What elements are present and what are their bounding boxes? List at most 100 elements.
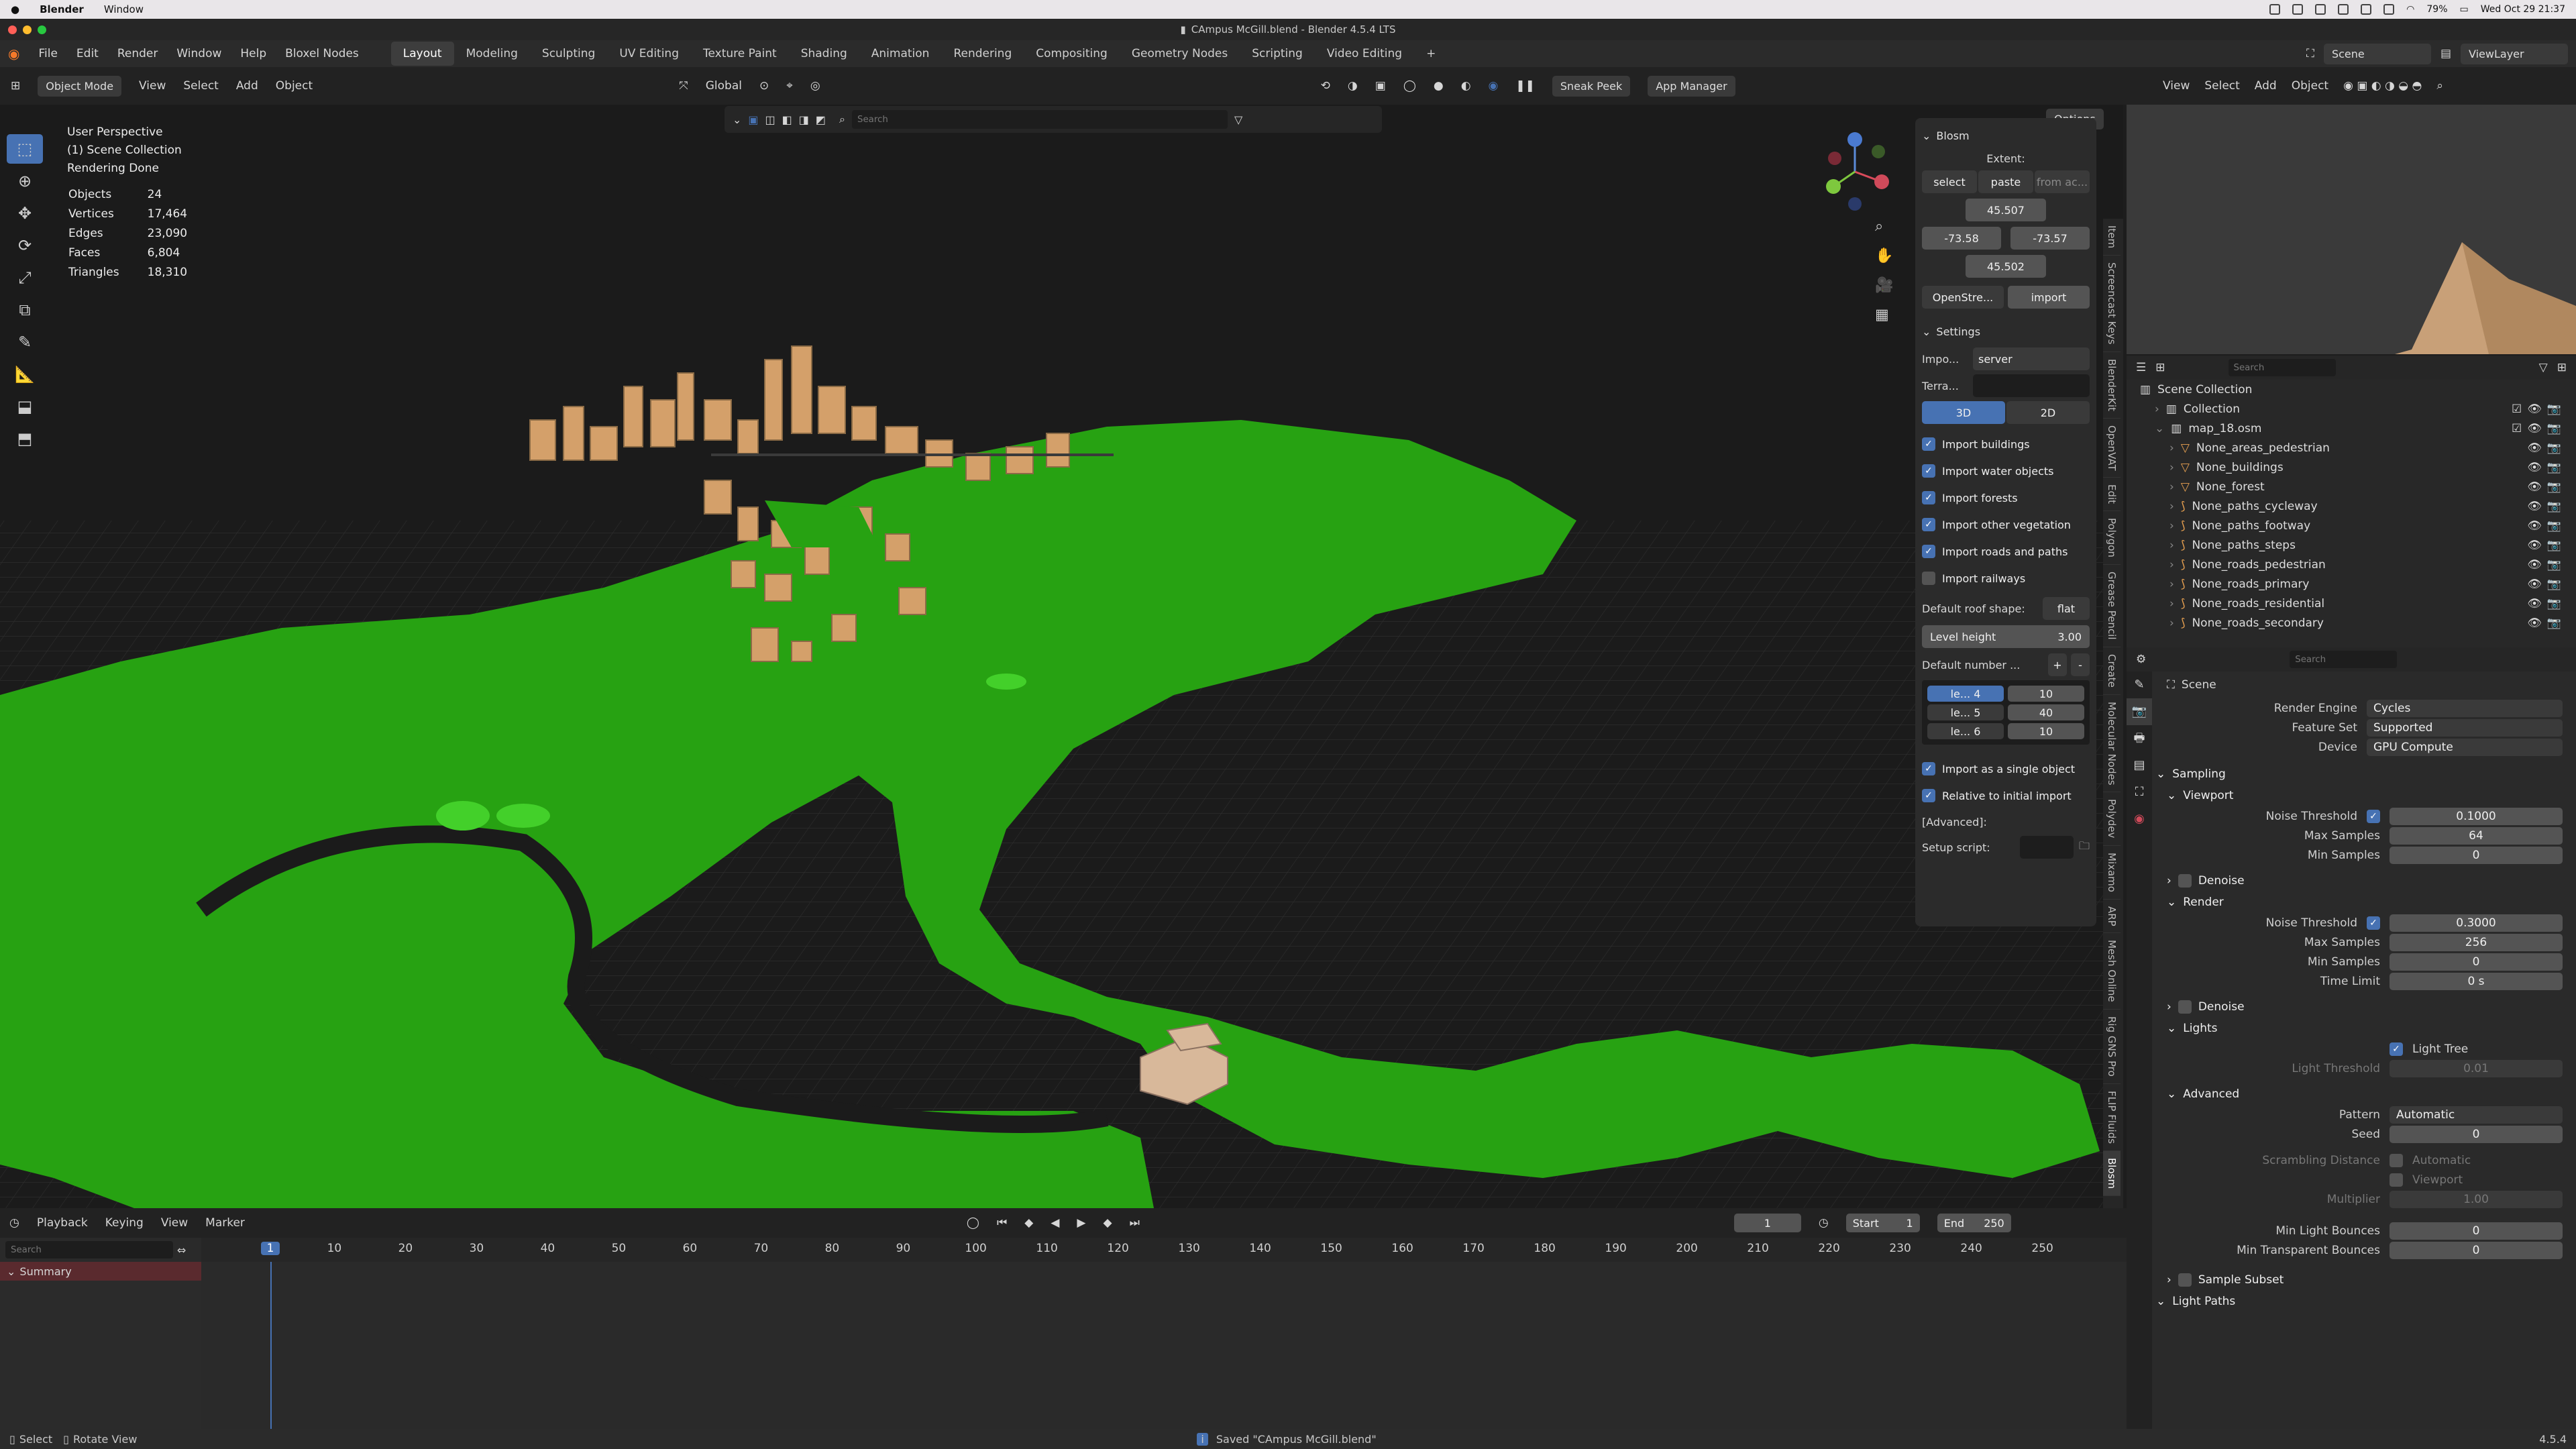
min-light-bounces-field[interactable]: 0 bbox=[2390, 1222, 2563, 1240]
viewlayer-icon[interactable]: ▤ bbox=[2440, 47, 2451, 60]
status-icon[interactable] bbox=[2361, 4, 2372, 15]
levels-list[interactable]: le... 4 10 le... 5 40 le... 6 10 bbox=[1922, 680, 2090, 745]
clock-icon[interactable]: ◷ bbox=[1819, 1216, 1829, 1230]
outliner-row[interactable]: ⌄ ▥ map_18.osm ☑👁📷 bbox=[2127, 419, 2576, 438]
sidebar-tab[interactable]: Molecular Nodes bbox=[2103, 695, 2121, 793]
tab-rendering[interactable]: Rendering bbox=[941, 42, 1024, 66]
setup-script-field[interactable] bbox=[2019, 836, 2074, 859]
sidebar-tab[interactable]: OpenVAT bbox=[2103, 419, 2121, 478]
jump-end-icon[interactable]: ⏭ bbox=[1130, 1216, 1140, 1230]
min-transparent-bounces-field[interactable]: 0 bbox=[2390, 1241, 2563, 1259]
search-icon[interactable]: ⌕ bbox=[2436, 79, 2443, 93]
r-denoise-subsection[interactable]: › Denoise bbox=[2156, 996, 2576, 1018]
rendered-shading-icon[interactable]: ◉ bbox=[1489, 79, 1499, 93]
chevron-right-icon[interactable]: › bbox=[2169, 461, 2174, 474]
world-tab-icon[interactable]: ◉ bbox=[2127, 806, 2152, 833]
import-option-checkbox[interactable]: Import railways bbox=[1922, 565, 2090, 592]
visibility-toggle-icon[interactable]: 👁📷 bbox=[2527, 578, 2567, 591]
summary-channel[interactable]: ⌄ Summary bbox=[0, 1262, 201, 1281]
time-limit-field[interactable]: 0 s bbox=[2390, 972, 2563, 990]
sidebar-tab[interactable]: Grease Pencil bbox=[2103, 565, 2121, 647]
render-subsection[interactable]: ⌄ Render bbox=[2156, 892, 2576, 913]
sampling-section[interactable]: ⌄ Sampling bbox=[2156, 763, 2576, 785]
scale-tool-icon[interactable]: ⤢ bbox=[7, 263, 43, 292]
solid-shading-icon[interactable]: ● bbox=[1434, 79, 1444, 93]
status-icon[interactable] bbox=[2269, 4, 2281, 15]
import-option-checkbox[interactable]: ✓ Import roads and paths bbox=[1922, 538, 2090, 565]
view-menu[interactable]: View bbox=[139, 79, 166, 93]
wireframe-shading-icon[interactable]: ◯ bbox=[1403, 79, 1416, 93]
menu-help[interactable]: Help bbox=[240, 47, 266, 60]
sidebar-tab[interactable]: Mixamo bbox=[2103, 846, 2121, 900]
timeline-type-icon[interactable]: ◷ bbox=[9, 1216, 19, 1230]
object-menu[interactable]: Object bbox=[276, 79, 313, 93]
object-menu[interactable]: Object bbox=[2292, 79, 2328, 93]
blender-logo-icon[interactable]: ◉ bbox=[8, 46, 19, 62]
chevron-right-icon[interactable]: › bbox=[2169, 597, 2174, 610]
chevron-right-icon[interactable]: › bbox=[2169, 616, 2174, 630]
settings-panel-header[interactable]: ⌄ Settings bbox=[1922, 319, 2090, 343]
light-threshold-field[interactable]: 0.01 bbox=[2390, 1059, 2563, 1077]
terrain-field[interactable] bbox=[1973, 374, 2090, 397]
folder-icon[interactable]: 🗀 bbox=[2079, 839, 2090, 857]
visibility-toggle-icon[interactable]: ☑👁📷 bbox=[2512, 422, 2567, 435]
chevron-right-icon[interactable]: › bbox=[2169, 578, 2174, 591]
sidebar-tab[interactable]: Polygon bbox=[2103, 511, 2121, 566]
select-box-icon[interactable]: ▣ bbox=[748, 113, 758, 126]
gizmo-toggle-icon[interactable]: ⟲ bbox=[1321, 79, 1330, 93]
checkmark-icon[interactable]: ✓ bbox=[2367, 916, 2380, 930]
visibility-toggle-icon[interactable]: 👁📷 bbox=[2527, 539, 2567, 552]
battery-icon[interactable]: ▭ bbox=[2460, 4, 2469, 15]
advanced-subsection[interactable]: ⌄ Advanced bbox=[2156, 1083, 2576, 1105]
snap-icon[interactable]: ⌖ bbox=[786, 79, 793, 93]
output-tab-icon[interactable]: 🖶 bbox=[2127, 725, 2152, 752]
tab-shading[interactable]: Shading bbox=[789, 42, 859, 66]
relative-import-checkbox[interactable]: ✓ Relative to initial import bbox=[1922, 782, 2090, 809]
viewport-subsection[interactable]: ⌄ Viewport bbox=[2156, 785, 2576, 806]
proportional-edit-icon[interactable]: ◎ bbox=[810, 79, 820, 93]
jump-start-icon[interactable]: ⏮ bbox=[997, 1216, 1007, 1230]
playhead-line[interactable] bbox=[270, 1262, 272, 1429]
material-shading-icon[interactable]: ◐ bbox=[1461, 79, 1471, 93]
status-icon[interactable] bbox=[2383, 4, 2395, 15]
mode-3d-toggle[interactable]: 3D bbox=[1922, 401, 2005, 424]
visibility-toggle-icon[interactable]: 👁📷 bbox=[2527, 597, 2567, 610]
tab-texture-paint[interactable]: Texture Paint bbox=[691, 42, 789, 66]
mac-clock[interactable]: Wed Oct 29 21:37 bbox=[2481, 4, 2565, 15]
tab-uv-editing[interactable]: UV Editing bbox=[607, 42, 691, 66]
sidebar-tab[interactable]: Item bbox=[2103, 219, 2121, 256]
data-source-dropdown[interactable]: OpenStre... bbox=[1922, 286, 2004, 309]
status-icon[interactable] bbox=[2338, 4, 2349, 15]
scene-selector[interactable]: Scene bbox=[2323, 43, 2431, 64]
import-option-checkbox[interactable]: ✓ Import water objects bbox=[1922, 458, 2090, 484]
visibility-toggle-icon[interactable]: ☑👁📷 bbox=[2512, 402, 2567, 416]
visibility-toggle-icon[interactable]: 👁📷 bbox=[2527, 461, 2567, 474]
north-latitude-field[interactable]: 45.507 bbox=[1966, 199, 2046, 221]
import-option-checkbox[interactable]: ✓ Import forests bbox=[1922, 484, 2090, 511]
pivot-icon[interactable]: ⊙ bbox=[759, 79, 769, 93]
outliner-row[interactable]: › ▥ Collection ☑👁📷 bbox=[2127, 399, 2576, 419]
outliner-row[interactable]: › ⟆ None_paths_steps 👁📷 bbox=[2127, 535, 2576, 555]
chevron-down-icon[interactable]: ⌄ bbox=[733, 113, 741, 126]
tab-compositing[interactable]: Compositing bbox=[1024, 42, 1120, 66]
filter-icon[interactable]: ▽ bbox=[1234, 113, 1242, 126]
properties-search-input[interactable] bbox=[2290, 651, 2398, 668]
frame-ruler[interactable]: 1 10 20 30 40 50 60 70 80 90 100 110 120 130 140 150 160… bbox=[201, 1238, 2127, 1262]
camera-view-icon[interactable]: 🎥 bbox=[1875, 271, 1893, 301]
select-mode-icon[interactable]: ◨ bbox=[799, 113, 809, 126]
device-dropdown[interactable]: GPU Compute bbox=[2367, 738, 2563, 756]
3d-viewport[interactable]: ⌄ ▣ ◫ ◧ ◨ ◩ ⌕ ▽ Options ⬚ ⊕ ✥ ⟳ ⤢ ⧉ ✎ 📐 … bbox=[0, 105, 2123, 1208]
single-object-checkbox[interactable]: ✓ Import as a single object bbox=[1922, 755, 2090, 782]
scene-tab-icon[interactable]: ⛶ bbox=[2127, 779, 2152, 806]
properties-type-icon[interactable]: ⚙ bbox=[2136, 653, 2146, 666]
sidebar-tab[interactable]: Screencast Keys bbox=[2103, 256, 2121, 352]
light-tree-row[interactable]: ✓ Light Tree bbox=[2156, 1039, 2576, 1059]
marker-menu[interactable]: Marker bbox=[205, 1216, 245, 1230]
sidebar-tab[interactable]: Edit bbox=[2103, 478, 2121, 512]
display-mode-icon[interactable]: ⊞ bbox=[2155, 361, 2165, 374]
new-collection-icon[interactable]: ⊞ bbox=[2557, 361, 2567, 374]
lights-subsection[interactable]: ⌄ Lights bbox=[2156, 1018, 2576, 1039]
seed-field[interactable]: 0 bbox=[2390, 1125, 2563, 1143]
select-mode-icon[interactable]: ◩ bbox=[816, 113, 826, 126]
sidebar-tab[interactable]: BlenderKit bbox=[2103, 352, 2121, 419]
